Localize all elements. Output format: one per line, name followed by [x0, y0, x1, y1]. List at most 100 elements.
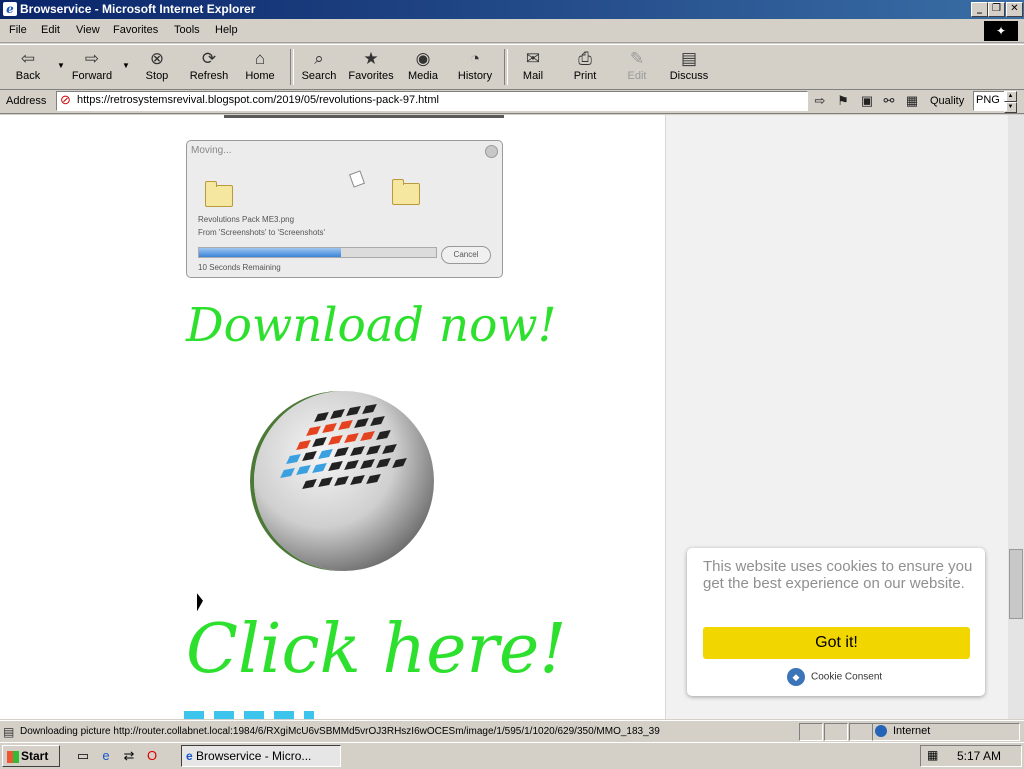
favorites-button[interactable]: ★ Favorites — [343, 47, 399, 87]
dialog-filename: Revolutions Pack ME3.png — [198, 215, 295, 224]
logo-tile — [370, 416, 385, 426]
logo-tile — [302, 451, 317, 461]
media-button[interactable]: ◉ Media — [395, 47, 451, 87]
cookie-consent-brand[interactable]: ◆ Cookie Consent — [787, 668, 882, 688]
ie-icon: e — [3, 2, 17, 16]
internet-globe-icon — [875, 725, 887, 738]
moving-dialog-screenshot: Moving... Revolutions Pack ME3.png From … — [186, 140, 503, 278]
vertical-scrollbar[interactable] — [1008, 115, 1024, 719]
quality-label: Quality — [930, 95, 965, 107]
start-button[interactable]: Start — [2, 745, 60, 767]
cookie-consent-logo-icon: ◆ — [787, 668, 805, 686]
cookie-brand-label: Cookie Consent — [811, 671, 883, 683]
address-bar: Address ⊘ https://retrosystemsrevival.bl… — [0, 89, 1024, 114]
post-content: Moving... Revolutions Pack ME3.png From … — [24, 115, 666, 719]
ie-quicklaunch-icon[interactable]: e — [98, 748, 114, 764]
history-icon: ◔ — [469, 49, 481, 68]
refresh-icon: ⟳ — [201, 49, 217, 68]
destination-folder-icon — [392, 179, 420, 205]
logo-tile — [376, 458, 391, 468]
menu-view[interactable]: View — [76, 24, 100, 36]
logo-tile — [344, 460, 359, 470]
dialog-from-to: From 'Screenshots' to 'Screenshots' — [198, 228, 326, 237]
logo-tile — [328, 461, 343, 471]
edit-icon: ✎ — [629, 49, 645, 68]
search-button[interactable]: ⌕ Search — [291, 47, 347, 87]
logo-tile — [354, 418, 369, 428]
cookie-accept-button[interactable]: Got it! — [703, 627, 970, 659]
back-button[interactable]: ⇦ Back — [0, 47, 56, 87]
menu-edit[interactable]: Edit — [41, 24, 60, 36]
logo-tile — [302, 479, 317, 489]
click-here-link[interactable]: Click here! — [186, 610, 567, 689]
print-button[interactable]: ⎙ Print — [557, 47, 613, 87]
refresh-button[interactable]: ⟳ Refresh — [181, 47, 237, 87]
stop-icon: ⊗ — [149, 49, 165, 68]
taskbar-browservice-item[interactable]: e Browservice - Micro... — [181, 745, 341, 767]
scrollbar-thumb[interactable] — [1009, 549, 1023, 619]
spinner-down-icon[interactable]: ▼ — [1004, 102, 1017, 113]
minimize-button[interactable]: _ — [971, 2, 988, 17]
discuss-icon: ▤ — [680, 49, 698, 68]
opera-quicklaunch-icon[interactable]: O — [144, 748, 160, 764]
media-icon: ◉ — [415, 49, 431, 68]
logo-tile — [350, 446, 365, 456]
logo-tile — [318, 477, 333, 487]
mail-icon: ✉ — [525, 49, 541, 68]
clipped-content-below — [184, 711, 314, 719]
logo-tile — [376, 430, 391, 440]
home-icon: ⌂ — [254, 49, 266, 68]
quality-value: PNG — [976, 94, 1000, 106]
home-button[interactable]: ⌂ Home — [232, 47, 288, 87]
logo-tile — [312, 437, 327, 447]
restore-button[interactable]: ❐ — [988, 2, 1005, 17]
favorites-folder-icon: ★ — [363, 49, 379, 68]
quality-spinner[interactable]: ▲ ▼ — [1004, 91, 1017, 113]
menu-help[interactable]: Help — [215, 24, 238, 36]
download-now-link[interactable]: Download now! — [186, 298, 557, 353]
source-folder-icon — [205, 181, 233, 207]
quality-select[interactable]: PNG — [973, 91, 1007, 111]
close-button[interactable]: ✕ — [1006, 2, 1023, 17]
show-desktop-icon[interactable]: ▭ — [75, 748, 91, 764]
save-page-icon[interactable]: ▣ — [858, 93, 876, 109]
logo-tile — [296, 465, 311, 475]
title-bar: e Browservice - Microsoft Internet Explo… — [0, 0, 1024, 19]
ie-throbber-logo: ✦ — [984, 21, 1018, 41]
clock[interactable]: 5:17 AM — [957, 749, 1001, 763]
menu-file[interactable]: File — [9, 24, 27, 36]
logo-tile — [334, 447, 349, 457]
go-arrow-icon[interactable]: ⇨ — [811, 93, 829, 109]
taskbar: Start ▭ e ⇄ O e Browservice - Micro... ▦… — [0, 742, 1024, 769]
logo-tile — [328, 435, 343, 445]
find-binoculars-icon[interactable]: ⚯ — [880, 93, 898, 109]
revolutions-logo-sphere[interactable] — [254, 391, 434, 571]
edit-button[interactable]: ✎ Edit — [609, 47, 665, 87]
status-pane — [799, 723, 823, 741]
mouse-cursor-icon — [197, 593, 203, 615]
address-label: Address — [6, 95, 47, 107]
discuss-button[interactable]: ▤ Discuss — [661, 47, 717, 87]
tray-app-icon[interactable]: ▦ — [927, 748, 938, 762]
system-tray: ▦ 5:17 AM — [920, 745, 1022, 767]
logo-tile — [392, 458, 407, 468]
dialog-title: Moving... — [191, 145, 232, 156]
logo-tile — [362, 404, 377, 414]
logo-tile — [318, 449, 333, 459]
logo-tile — [382, 444, 397, 454]
bookmark-icon[interactable]: ⚑ — [834, 93, 852, 109]
menu-bar: File Edit View Favorites Tools Help — [0, 20, 1024, 43]
stop-button[interactable]: ⊗ Stop — [129, 47, 185, 87]
history-button[interactable]: ◔ History — [447, 47, 503, 87]
network-quicklaunch-icon[interactable]: ⇄ — [121, 748, 137, 764]
menu-favorites[interactable]: Favorites — [113, 24, 158, 36]
page-loading-icon: ▤ — [3, 725, 15, 739]
status-bar: ▤ Downloading picture http://router.coll… — [0, 720, 1024, 743]
logo-tile — [280, 468, 295, 478]
forward-button[interactable]: ⇨ Forward — [64, 47, 120, 87]
menu-tools[interactable]: Tools — [174, 24, 200, 36]
mail-button[interactable]: ✉ Mail — [505, 47, 561, 87]
spinner-up-icon[interactable]: ▲ — [1004, 91, 1017, 102]
clipboard-icon[interactable]: ▦ — [903, 93, 921, 109]
address-input[interactable]: ⊘ https://retrosystemsrevival.blogspot.c… — [56, 91, 808, 111]
